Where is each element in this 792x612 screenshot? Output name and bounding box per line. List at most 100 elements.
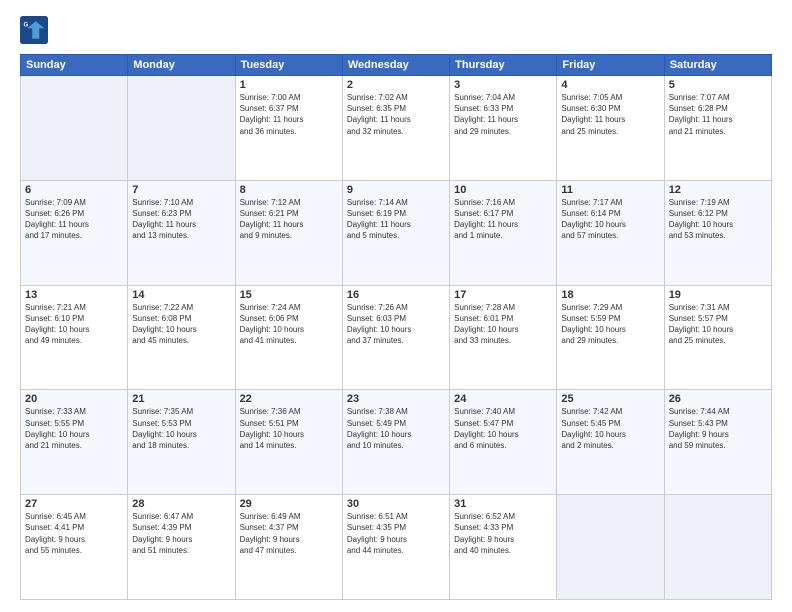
calendar-cell: 20Sunrise: 7:33 AM Sunset: 5:55 PM Dayli…: [21, 390, 128, 495]
day-info: Sunrise: 7:36 AM Sunset: 5:51 PM Dayligh…: [240, 406, 338, 451]
day-info: Sunrise: 7:44 AM Sunset: 5:43 PM Dayligh…: [669, 406, 767, 451]
day-number: 11: [561, 184, 659, 196]
calendar-table: SundayMondayTuesdayWednesdayThursdayFrid…: [20, 54, 772, 600]
day-info: Sunrise: 7:19 AM Sunset: 6:12 PM Dayligh…: [669, 197, 767, 242]
calendar-cell: 29Sunrise: 6:49 AM Sunset: 4:37 PM Dayli…: [235, 495, 342, 600]
day-info: Sunrise: 7:04 AM Sunset: 6:33 PM Dayligh…: [454, 92, 552, 137]
day-number: 6: [25, 184, 123, 196]
week-row-3: 13Sunrise: 7:21 AM Sunset: 6:10 PM Dayli…: [21, 285, 772, 390]
day-info: Sunrise: 7:21 AM Sunset: 6:10 PM Dayligh…: [25, 302, 123, 347]
day-info: Sunrise: 7:12 AM Sunset: 6:21 PM Dayligh…: [240, 197, 338, 242]
calendar-cell: 3Sunrise: 7:04 AM Sunset: 6:33 PM Daylig…: [450, 76, 557, 181]
day-number: 19: [669, 289, 767, 301]
day-info: Sunrise: 7:05 AM Sunset: 6:30 PM Dayligh…: [561, 92, 659, 137]
day-info: Sunrise: 7:38 AM Sunset: 5:49 PM Dayligh…: [347, 406, 445, 451]
day-number: 2: [347, 79, 445, 91]
calendar-cell: 1Sunrise: 7:00 AM Sunset: 6:37 PM Daylig…: [235, 76, 342, 181]
calendar-cell: 4Sunrise: 7:05 AM Sunset: 6:30 PM Daylig…: [557, 76, 664, 181]
day-info: Sunrise: 7:24 AM Sunset: 6:06 PM Dayligh…: [240, 302, 338, 347]
day-info: Sunrise: 7:14 AM Sunset: 6:19 PM Dayligh…: [347, 197, 445, 242]
day-number: 31: [454, 498, 552, 510]
day-info: Sunrise: 7:22 AM Sunset: 6:08 PM Dayligh…: [132, 302, 230, 347]
day-number: 29: [240, 498, 338, 510]
week-row-2: 6Sunrise: 7:09 AM Sunset: 6:26 PM Daylig…: [21, 180, 772, 285]
calendar-cell: 5Sunrise: 7:07 AM Sunset: 6:28 PM Daylig…: [664, 76, 771, 181]
day-number: 18: [561, 289, 659, 301]
calendar-cell: 10Sunrise: 7:16 AM Sunset: 6:17 PM Dayli…: [450, 180, 557, 285]
day-number: 7: [132, 184, 230, 196]
week-row-1: 1Sunrise: 7:00 AM Sunset: 6:37 PM Daylig…: [21, 76, 772, 181]
calendar-cell: 7Sunrise: 7:10 AM Sunset: 6:23 PM Daylig…: [128, 180, 235, 285]
day-info: Sunrise: 6:47 AM Sunset: 4:39 PM Dayligh…: [132, 511, 230, 556]
day-number: 27: [25, 498, 123, 510]
weekday-header-row: SundayMondayTuesdayWednesdayThursdayFrid…: [21, 55, 772, 76]
day-info: Sunrise: 7:28 AM Sunset: 6:01 PM Dayligh…: [454, 302, 552, 347]
logo-icon: G: [20, 16, 48, 44]
day-info: Sunrise: 7:10 AM Sunset: 6:23 PM Dayligh…: [132, 197, 230, 242]
day-number: 17: [454, 289, 552, 301]
day-info: Sunrise: 7:40 AM Sunset: 5:47 PM Dayligh…: [454, 406, 552, 451]
day-number: 12: [669, 184, 767, 196]
weekday-header-thursday: Thursday: [450, 55, 557, 76]
day-info: Sunrise: 7:00 AM Sunset: 6:37 PM Dayligh…: [240, 92, 338, 137]
day-info: Sunrise: 7:07 AM Sunset: 6:28 PM Dayligh…: [669, 92, 767, 137]
day-info: Sunrise: 7:02 AM Sunset: 6:35 PM Dayligh…: [347, 92, 445, 137]
weekday-header-monday: Monday: [128, 55, 235, 76]
day-info: Sunrise: 7:17 AM Sunset: 6:14 PM Dayligh…: [561, 197, 659, 242]
day-number: 1: [240, 79, 338, 91]
week-row-5: 27Sunrise: 6:45 AM Sunset: 4:41 PM Dayli…: [21, 495, 772, 600]
day-info: Sunrise: 6:52 AM Sunset: 4:33 PM Dayligh…: [454, 511, 552, 556]
calendar-cell: [557, 495, 664, 600]
logo: G: [20, 16, 52, 44]
calendar-cell: 16Sunrise: 7:26 AM Sunset: 6:03 PM Dayli…: [342, 285, 449, 390]
day-number: 24: [454, 393, 552, 405]
day-number: 25: [561, 393, 659, 405]
day-number: 23: [347, 393, 445, 405]
day-number: 26: [669, 393, 767, 405]
day-number: 22: [240, 393, 338, 405]
calendar-cell: 6Sunrise: 7:09 AM Sunset: 6:26 PM Daylig…: [21, 180, 128, 285]
calendar-cell: 24Sunrise: 7:40 AM Sunset: 5:47 PM Dayli…: [450, 390, 557, 495]
day-number: 5: [669, 79, 767, 91]
day-number: 21: [132, 393, 230, 405]
calendar-cell: 2Sunrise: 7:02 AM Sunset: 6:35 PM Daylig…: [342, 76, 449, 181]
day-info: Sunrise: 6:45 AM Sunset: 4:41 PM Dayligh…: [25, 511, 123, 556]
weekday-header-wednesday: Wednesday: [342, 55, 449, 76]
day-number: 30: [347, 498, 445, 510]
calendar-cell: 19Sunrise: 7:31 AM Sunset: 5:57 PM Dayli…: [664, 285, 771, 390]
day-info: Sunrise: 7:26 AM Sunset: 6:03 PM Dayligh…: [347, 302, 445, 347]
weekday-header-sunday: Sunday: [21, 55, 128, 76]
day-info: Sunrise: 6:49 AM Sunset: 4:37 PM Dayligh…: [240, 511, 338, 556]
day-number: 10: [454, 184, 552, 196]
calendar-cell: 31Sunrise: 6:52 AM Sunset: 4:33 PM Dayli…: [450, 495, 557, 600]
day-info: Sunrise: 7:29 AM Sunset: 5:59 PM Dayligh…: [561, 302, 659, 347]
day-number: 20: [25, 393, 123, 405]
calendar-cell: [664, 495, 771, 600]
calendar-cell: [21, 76, 128, 181]
calendar-cell: 13Sunrise: 7:21 AM Sunset: 6:10 PM Dayli…: [21, 285, 128, 390]
day-number: 15: [240, 289, 338, 301]
day-info: Sunrise: 7:09 AM Sunset: 6:26 PM Dayligh…: [25, 197, 123, 242]
calendar-cell: 12Sunrise: 7:19 AM Sunset: 6:12 PM Dayli…: [664, 180, 771, 285]
calendar-cell: 25Sunrise: 7:42 AM Sunset: 5:45 PM Dayli…: [557, 390, 664, 495]
day-number: 4: [561, 79, 659, 91]
day-number: 13: [25, 289, 123, 301]
day-number: 16: [347, 289, 445, 301]
header: G: [20, 16, 772, 44]
day-number: 14: [132, 289, 230, 301]
day-number: 28: [132, 498, 230, 510]
svg-text:G: G: [24, 22, 29, 29]
day-info: Sunrise: 7:16 AM Sunset: 6:17 PM Dayligh…: [454, 197, 552, 242]
calendar-cell: 14Sunrise: 7:22 AM Sunset: 6:08 PM Dayli…: [128, 285, 235, 390]
weekday-header-saturday: Saturday: [664, 55, 771, 76]
calendar-cell: 23Sunrise: 7:38 AM Sunset: 5:49 PM Dayli…: [342, 390, 449, 495]
week-row-4: 20Sunrise: 7:33 AM Sunset: 5:55 PM Dayli…: [21, 390, 772, 495]
calendar-cell: 18Sunrise: 7:29 AM Sunset: 5:59 PM Dayli…: [557, 285, 664, 390]
day-info: Sunrise: 7:42 AM Sunset: 5:45 PM Dayligh…: [561, 406, 659, 451]
day-info: Sunrise: 6:51 AM Sunset: 4:35 PM Dayligh…: [347, 511, 445, 556]
calendar-cell: 8Sunrise: 7:12 AM Sunset: 6:21 PM Daylig…: [235, 180, 342, 285]
calendar-cell: 15Sunrise: 7:24 AM Sunset: 6:06 PM Dayli…: [235, 285, 342, 390]
calendar-cell: 21Sunrise: 7:35 AM Sunset: 5:53 PM Dayli…: [128, 390, 235, 495]
day-info: Sunrise: 7:35 AM Sunset: 5:53 PM Dayligh…: [132, 406, 230, 451]
day-info: Sunrise: 7:33 AM Sunset: 5:55 PM Dayligh…: [25, 406, 123, 451]
